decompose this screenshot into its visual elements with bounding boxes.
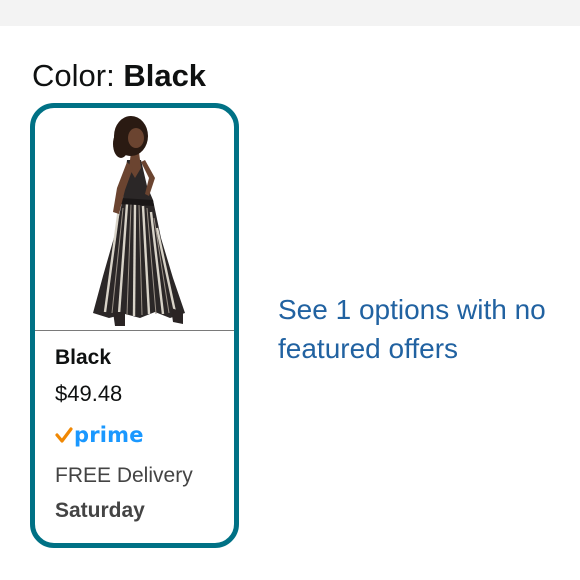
selected-color-value: Black <box>123 58 207 93</box>
see-options-link[interactable]: See 1 options with no featured offers <box>278 290 578 368</box>
color-label: Color: <box>32 58 115 93</box>
product-image <box>93 116 185 326</box>
swatch-name: Black <box>55 346 112 369</box>
prime-label: prime <box>74 423 144 447</box>
prime-badge: prime <box>55 421 144 449</box>
color-heading: Color: Black <box>32 56 206 96</box>
color-swatch-black[interactable]: Black $49.48 prime FREE Delivery Saturda… <box>30 103 239 548</box>
swatch-price: $49.48 <box>55 381 123 406</box>
swatch-divider <box>35 330 234 331</box>
top-bar <box>0 0 580 26</box>
prime-check-icon <box>55 427 73 443</box>
delivery-label: FREE Delivery <box>55 464 193 487</box>
delivery-day: Saturday <box>55 499 145 522</box>
